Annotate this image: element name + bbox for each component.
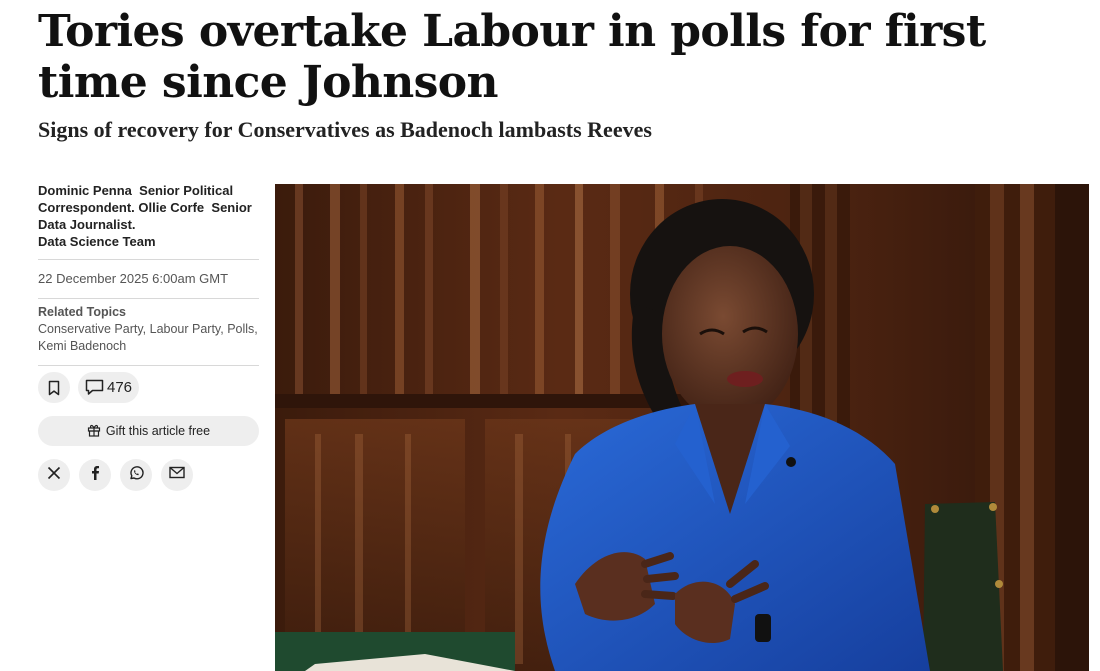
article-standfirst: Signs of recovery for Conservatives as B… — [38, 117, 652, 142]
author-team[interactable]: Data Science Team — [38, 234, 156, 249]
facebook-icon — [90, 465, 100, 485]
bookmark-icon — [47, 380, 61, 396]
gift-label: Gift this article free — [105, 424, 211, 438]
share-email-button[interactable] — [161, 459, 193, 491]
gift-article-button[interactable]: Gift this article free — [38, 416, 259, 446]
share-links — [38, 459, 259, 491]
comments-button[interactable]: 476 — [78, 372, 140, 403]
author-name[interactable]: Dominic Penna — [38, 183, 132, 198]
x-icon — [47, 466, 61, 485]
hero-image — [275, 184, 1089, 671]
related-topics: Related Topics Conservative Party, Labou… — [38, 299, 259, 365]
bookmark-button[interactable] — [38, 372, 70, 403]
share-whatsapp-button[interactable] — [120, 459, 152, 491]
comment-count: 476 — [107, 379, 133, 396]
kemi-badenoch-photo — [275, 184, 1089, 671]
related-topics-title: Related Topics — [38, 305, 126, 319]
related-topics-list[interactable]: Conservative Party, Labour Party, Polls,… — [38, 321, 259, 355]
gift-icon — [87, 423, 101, 440]
share-x-button[interactable] — [38, 459, 70, 491]
publish-date: 22 December 2025 6:00am GMT — [38, 271, 229, 286]
author-name[interactable]: Ollie Corfe — [138, 200, 204, 215]
divider — [38, 365, 259, 366]
comment-icon — [85, 379, 104, 396]
article-headline: Tories overtake Labour in polls for firs… — [38, 6, 986, 108]
byline: Dominic Penna Senior Political Correspon… — [38, 182, 259, 250]
whatsapp-icon — [128, 465, 144, 486]
article-actions: 476 — [38, 372, 259, 403]
article-meta: Dominic Penna Senior Political Correspon… — [38, 182, 259, 491]
email-icon — [169, 466, 185, 484]
share-facebook-button[interactable] — [79, 459, 111, 491]
